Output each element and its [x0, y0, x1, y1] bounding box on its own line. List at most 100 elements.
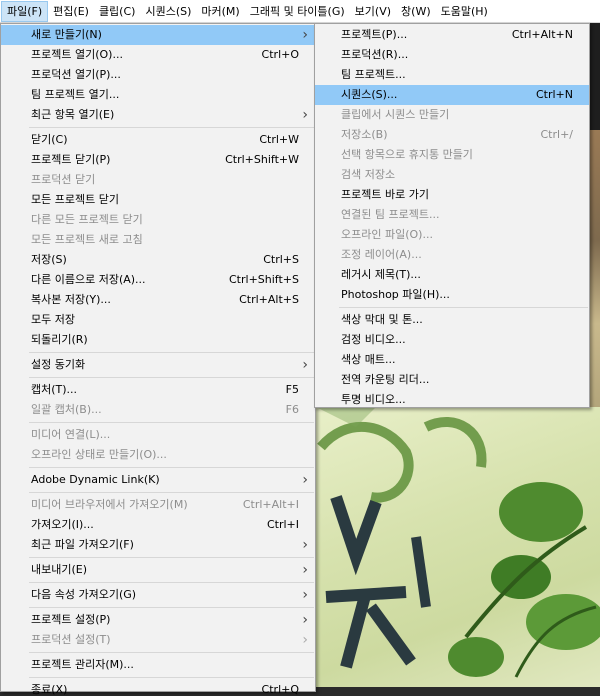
menu-item[interactable]: 가져오기(I)... Ctrl+I	[1, 515, 315, 535]
menubar-item-8[interactable]: 도움말(H)	[436, 1, 493, 22]
menu-item: 일괄 캡처(B)... F6	[1, 400, 315, 420]
menu-item[interactable]: 프로젝트 열기(O)... Ctrl+O	[1, 45, 315, 65]
menu-item[interactable]: 저장(S) Ctrl+S	[1, 250, 315, 270]
menu-item[interactable]: 종료(X) Ctrl+Q	[1, 680, 315, 696]
menu-item: 프로덕션 닫기	[1, 170, 315, 190]
menu-item-shortcut: Ctrl+I	[266, 518, 299, 531]
menu-item-shortcut: Ctrl+O	[261, 48, 299, 61]
chevron-right-icon: ›	[302, 357, 308, 373]
menu-item[interactable]: 투명 비디오...	[315, 390, 589, 410]
menu-item-label: 모든 프로젝트 새로 고침	[31, 233, 143, 246]
menubar-item-3[interactable]: 시퀀스(S)	[140, 1, 196, 22]
menubar-item-2[interactable]: 클립(C)	[94, 1, 141, 22]
menu-item-label: 최근 항목 열기(E)	[31, 108, 115, 121]
menu-item-label: 다음 속성 가져오기(G)	[31, 588, 137, 601]
menu-item-label: 검정 비디오...	[341, 333, 406, 346]
menu-item-label: 색상 막대 및 톤...	[341, 313, 423, 326]
menu-item[interactable]: 시퀀스(S)... Ctrl+N	[315, 85, 589, 105]
menu-item-label: 미디어 브라우저에서 가져오기(M)	[31, 498, 188, 511]
menu-item-label: 클립에서 시퀀스 만들기	[341, 108, 450, 121]
menu-item: 오프라인 상태로 만들기(O)...	[1, 445, 315, 465]
menu-item[interactable]: 새로 만들기(N) ›	[1, 25, 315, 45]
menu-item[interactable]: 복사본 저장(Y)... Ctrl+Alt+S	[1, 290, 315, 310]
menu-item-shortcut: Ctrl+N	[535, 88, 573, 101]
menu-item-label: 일괄 캡처(B)...	[31, 403, 102, 416]
menu-item-label: 새로 만들기(N)	[31, 28, 102, 41]
menu-item-shortcut: F6	[285, 403, 299, 416]
menu-item-label: 다른 이름으로 저장(A)...	[31, 273, 146, 286]
menu-item-label: 프로젝트 설정(P)	[31, 613, 111, 626]
menu-separator	[29, 492, 314, 493]
menu-item[interactable]: 닫기(C) Ctrl+W	[1, 130, 315, 150]
menu-item: 다른 모든 프로젝트 닫기	[1, 210, 315, 230]
menu-item[interactable]: 프로젝트 바로 가기	[315, 185, 589, 205]
menu-item-label: 최근 파일 가져오기(F)	[31, 538, 134, 551]
menu-item-label: 되돌리기(R)	[31, 333, 88, 346]
chevron-right-icon: ›	[302, 472, 308, 488]
menu-item-label: 프로젝트 관리자(M)...	[31, 658, 134, 671]
menu-item[interactable]: 최근 항목 열기(E) ›	[1, 105, 315, 125]
menu-item-label: 투명 비디오...	[341, 393, 406, 406]
menu-item[interactable]: Photoshop 파일(H)...	[315, 285, 589, 305]
menu-item-label: 전역 카운팅 리더...	[341, 373, 430, 386]
menu-item-shortcut: Ctrl+Alt+N	[511, 28, 573, 41]
menu-item-label: 조정 레이어(A)...	[341, 248, 422, 261]
menu-item: 선택 항목으로 휴지통 만들기	[315, 145, 589, 165]
menu-item[interactable]: 모두 저장	[1, 310, 315, 330]
menu-item-label: 저장소(B)	[341, 128, 388, 141]
menu-item[interactable]: 레거시 제목(T)...	[315, 265, 589, 285]
menu-item: 조정 레이어(A)...	[315, 245, 589, 265]
menu-item: 프로덕션 설정(T) ›	[1, 630, 315, 650]
menu-item: 미디어 연결(L)...	[1, 425, 315, 445]
menu-item[interactable]: 프로덕션(R)...	[315, 45, 589, 65]
menu-item[interactable]: 프로젝트(P)... Ctrl+Alt+N	[315, 25, 589, 45]
menu-item-label: 저장(S)	[31, 253, 67, 266]
chevron-right-icon: ›	[302, 27, 308, 43]
menu-item[interactable]: 색상 매트...	[315, 350, 589, 370]
menu-item[interactable]: 다음 속성 가져오기(G) ›	[1, 585, 315, 605]
menu-item[interactable]: 색상 막대 및 톤...	[315, 310, 589, 330]
new-submenu: 프로젝트(P)... Ctrl+Alt+N 프로덕션(R)... 팀 프로젝트... 시…	[314, 23, 590, 408]
menu-item-shortcut: Ctrl+Shift+S	[229, 273, 299, 286]
chevron-right-icon: ›	[302, 107, 308, 123]
menu-item-label: 프로덕션 열기(P)...	[31, 68, 121, 81]
menubar-item-4[interactable]: 마커(M)	[196, 1, 244, 22]
menu-item[interactable]: 최근 파일 가져오기(F) ›	[1, 535, 315, 555]
menu-item[interactable]: 설정 동기화 ›	[1, 355, 315, 375]
menu-item-label: 오프라인 파일(O)...	[341, 228, 433, 241]
menu-item-shortcut: Ctrl+W	[259, 133, 299, 146]
menu-item[interactable]: 다른 이름으로 저장(A)... Ctrl+Shift+S	[1, 270, 315, 290]
menu-item-label: Photoshop 파일(H)...	[341, 288, 450, 301]
menu-item-label: Adobe Dynamic Link(K)	[31, 473, 160, 486]
menubar-item-7[interactable]: 창(W)	[396, 1, 436, 22]
menu-item[interactable]: 내보내기(E) ›	[1, 560, 315, 580]
menu-item[interactable]: 팀 프로젝트 열기...	[1, 85, 315, 105]
menu-item[interactable]: 모든 프로젝트 닫기	[1, 190, 315, 210]
menu-separator	[29, 607, 314, 608]
chevron-right-icon: ›	[302, 612, 308, 628]
menu-item[interactable]: 프로젝트 닫기(P) Ctrl+Shift+W	[1, 150, 315, 170]
chevron-right-icon: ›	[302, 562, 308, 578]
menu-item[interactable]: 되돌리기(R)	[1, 330, 315, 350]
menubar-item-1[interactable]: 편집(E)	[48, 1, 94, 22]
menu-item-label: 프로젝트 열기(O)...	[31, 48, 123, 61]
menu-item-label: 캡처(T)...	[31, 383, 78, 396]
menu-separator	[29, 467, 314, 468]
menu-item[interactable]: 전역 카운팅 리더...	[315, 370, 589, 390]
menu-item-label: 레거시 제목(T)...	[341, 268, 421, 281]
menu-separator	[29, 377, 314, 378]
menu-item: 저장소(B) Ctrl+/	[315, 125, 589, 145]
menu-item[interactable]: 프로젝트 설정(P) ›	[1, 610, 315, 630]
menubar-item-5[interactable]: 그래픽 및 타이틀(G)	[245, 1, 350, 22]
menu-item[interactable]: 프로덕션 열기(P)...	[1, 65, 315, 85]
menu-item[interactable]: Adobe Dynamic Link(K) ›	[1, 470, 315, 490]
menu-item-label: 프로덕션 설정(T)	[31, 633, 111, 646]
menu-item[interactable]: 팀 프로젝트...	[315, 65, 589, 85]
menu-item[interactable]: 캡처(T)... F5	[1, 380, 315, 400]
menubar-item-6[interactable]: 보기(V)	[350, 1, 396, 22]
menu-item[interactable]: 검정 비디오...	[315, 330, 589, 350]
menu-separator	[29, 557, 314, 558]
menu-item[interactable]: 프로젝트 관리자(M)...	[1, 655, 315, 675]
menubar-item-0[interactable]: 파일(F)	[1, 0, 49, 22]
menu-item-label: 선택 항목으로 휴지통 만들기	[341, 148, 473, 161]
